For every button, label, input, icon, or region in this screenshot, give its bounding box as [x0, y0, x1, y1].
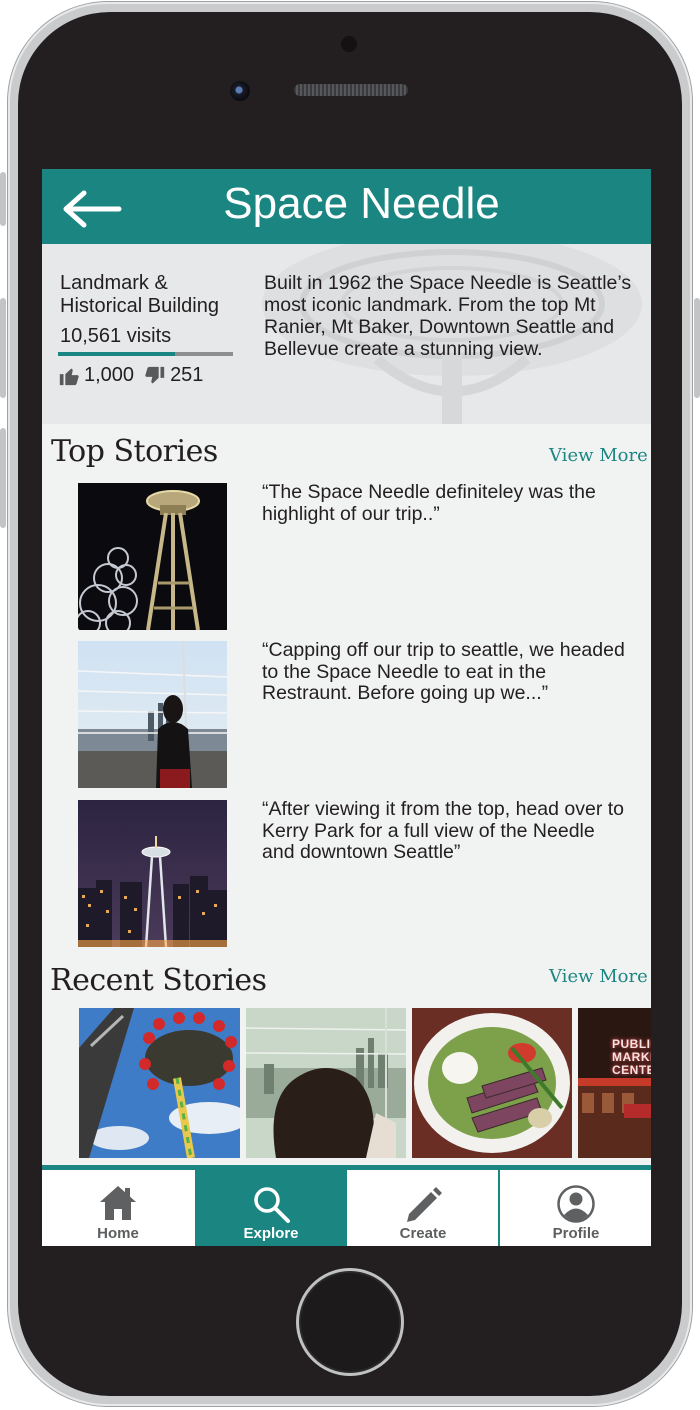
volume-down-button: [0, 428, 6, 528]
volume-up-button: [0, 298, 6, 398]
home-icon: [100, 1186, 136, 1220]
seared-tuna-salad-photo: [412, 1008, 572, 1158]
top-stories-heading: Top Stories: [51, 434, 218, 469]
recent-stories-heading: Recent Stories: [50, 963, 267, 998]
silent-switch: [0, 172, 6, 226]
search-icon: [254, 1187, 290, 1223]
recent-story-thumbnail[interactable]: [412, 1008, 572, 1158]
story-thumbnail[interactable]: [78, 483, 227, 630]
front-camera: [230, 81, 250, 101]
story-thumbnail[interactable]: [78, 641, 227, 788]
woman-viewing-skyline-photo: [246, 1008, 406, 1158]
skyline-night-photo: [78, 800, 227, 947]
visits-progress-fill: [58, 352, 176, 356]
recent-story-thumbnail[interactable]: PUBLIC MARKET CENTER: [578, 1008, 651, 1158]
space-needle-sculpture-photo: [79, 1008, 240, 1158]
space-needle-night-photo: [78, 483, 227, 630]
recent-stories-view-more-link[interactable]: View More: [549, 966, 648, 987]
tab-home-label: Home: [97, 1225, 139, 1242]
home-button[interactable]: [296, 1268, 404, 1376]
proximity-sensor: [341, 36, 357, 52]
recent-story-thumbnail[interactable]: [79, 1008, 240, 1158]
landmark-info-panel: Landmark & Historical Building 10,561 vi…: [42, 244, 651, 424]
vote-counts: 1,000 251: [58, 364, 213, 387]
story-thumbnail[interactable]: [78, 800, 227, 947]
visit-count: 10,561 visits: [60, 325, 172, 347]
earpiece-speaker: [294, 84, 408, 96]
thumbs-up-icon[interactable]: [58, 365, 80, 387]
landmark-description: Built in 1962 the Space Needle is Seattl…: [264, 272, 632, 360]
like-count: 1,000: [84, 364, 135, 386]
visits-progress-bar: [58, 352, 233, 356]
tab-explore[interactable]: Explore: [195, 1170, 347, 1246]
user-icon: [557, 1185, 595, 1223]
story-quote[interactable]: “Capping off our trip to seattle, we hea…: [262, 639, 632, 705]
pencil-icon: [407, 1187, 442, 1222]
story-quote[interactable]: “The Space Needle definiteley was the hi…: [262, 481, 632, 525]
observation-deck-photo: [78, 641, 227, 788]
top-stories-view-more-link[interactable]: View More: [549, 445, 648, 466]
public-market-sign-photo: [578, 1008, 651, 1158]
recent-story-thumbnail[interactable]: [246, 1008, 406, 1158]
tab-profile-label: Profile: [552, 1225, 600, 1242]
tab-explore-label: Explore: [243, 1225, 299, 1242]
story-quote[interactable]: “After viewing it from the top, head ove…: [262, 798, 632, 864]
tab-create-label: Create: [399, 1225, 447, 1242]
app-screen: Space Needle Landmark & Historical Build…: [42, 169, 651, 1246]
bottom-tab-bar: Home Explore Create Profile: [42, 1165, 651, 1246]
thumbs-down-icon[interactable]: [144, 365, 166, 387]
page-title: Space Needle: [223, 179, 500, 228]
public-market-sign-text: PUBLIC MARKET CENTER: [612, 1037, 651, 1077]
tab-create[interactable]: Create: [347, 1170, 499, 1246]
tab-home[interactable]: Home: [42, 1170, 194, 1246]
recent-stories-carousel[interactable]: PUBLIC MARKET CENTER: [79, 1008, 651, 1158]
power-button: [694, 298, 700, 398]
tab-profile[interactable]: Profile: [500, 1170, 651, 1246]
dislike-count: 251: [170, 364, 204, 386]
landmark-category: Landmark & Historical Building: [60, 272, 219, 317]
app-header: Space Needle: [42, 169, 651, 244]
